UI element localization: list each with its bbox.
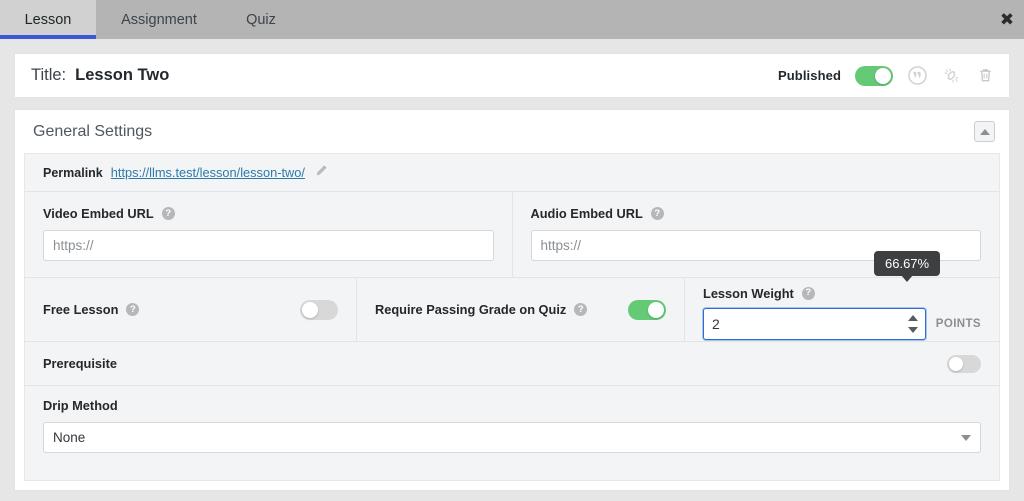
passing-grade-label-wrap: Require Passing Grade on Quiz ? — [375, 302, 588, 317]
published-toggle-knob — [875, 67, 891, 84]
lesson-weight-stepper[interactable] — [907, 314, 920, 333]
lesson-editor-screen: Lesson Assignment Quiz ✖ Title: Lesson T… — [0, 0, 1024, 501]
published-toggle[interactable] — [855, 65, 893, 86]
tab-assignment-label: Assignment — [121, 11, 197, 28]
chevron-down-icon[interactable] — [961, 435, 971, 441]
settings-rows: Permalink https://llms.test/lesson/lesso… — [24, 153, 1000, 481]
passing-grade-toggle-knob — [648, 301, 664, 318]
lesson-weight-label-wrap: Lesson Weight ? — [703, 286, 981, 301]
tab-bar: Lesson Assignment Quiz ✖ — [0, 0, 1024, 39]
permalink-label: Permalink — [43, 165, 103, 180]
tab-quiz[interactable]: Quiz — [222, 0, 300, 39]
stepper-up-icon[interactable] — [908, 314, 919, 321]
options-row: Free Lesson ? Require Passing Grade on Q… — [25, 251, 999, 342]
drip-method-select[interactable]: None — [43, 422, 981, 453]
video-embed-label-wrap: Video Embed URL ? — [43, 206, 494, 221]
free-lesson-toggle[interactable] — [300, 299, 338, 320]
chevron-up-icon — [979, 128, 990, 135]
free-lesson-toggle-knob — [302, 301, 318, 318]
drip-method-value: None — [53, 430, 86, 445]
drip-method-row: Drip Method None — [25, 386, 999, 469]
free-lesson-label-wrap: Free Lesson ? — [43, 302, 140, 317]
panel-header: General Settings — [15, 110, 1009, 153]
prerequisite-label: Prerequisite — [43, 356, 117, 371]
collapse-panel-button[interactable] — [974, 121, 995, 142]
unlink-icon[interactable] — [941, 66, 961, 86]
video-embed-label: Video Embed URL — [43, 206, 154, 221]
lesson-weight-cell: 66.67% Lesson Weight ? 2 POINTS — [684, 251, 999, 341]
title-card: Title: Lesson Two Published — [14, 53, 1010, 98]
free-lesson-cell: Free Lesson ? — [25, 278, 356, 341]
lesson-weight-input[interactable] — [703, 307, 926, 340]
free-lesson-label: Free Lesson — [43, 302, 119, 317]
lesson-title-value[interactable]: Lesson Two — [75, 66, 169, 85]
title-label: Title: — [31, 66, 67, 84]
trash-icon[interactable] — [975, 66, 995, 86]
tab-assignment[interactable]: Assignment — [96, 0, 222, 39]
embed-urls-row: Video Embed URL ? Audio Embed URL ? — [25, 192, 999, 278]
lesson-weight-tooltip: 66.67% — [874, 251, 941, 282]
tab-lesson-label: Lesson — [24, 11, 72, 28]
drip-method-label-wrap: Drip Method — [43, 398, 981, 413]
lesson-weight-control: POINTS — [703, 307, 981, 340]
general-settings-panel: General Settings Permalink https://llms.… — [14, 109, 1010, 491]
drip-method-label: Drip Method — [43, 398, 118, 413]
help-icon[interactable]: ? — [650, 207, 664, 220]
editor-body: Title: Lesson Two Published General Sett… — [0, 39, 1024, 501]
panel-title: General Settings — [33, 122, 153, 140]
drip-method-select-wrap: None — [43, 422, 981, 453]
help-icon[interactable]: ? — [801, 286, 815, 300]
published-label: Published — [777, 68, 841, 83]
close-icon[interactable]: ✖ — [998, 10, 1016, 28]
lesson-weight-unit: POINTS — [935, 317, 981, 330]
prerequisite-toggle-knob — [949, 356, 963, 371]
permalink-row: Permalink https://llms.test/lesson/lesso… — [25, 154, 999, 192]
help-icon[interactable]: ? — [161, 207, 175, 220]
video-embed-input[interactable] — [43, 230, 494, 261]
wordpress-icon[interactable] — [907, 66, 927, 86]
help-icon[interactable]: ? — [574, 303, 588, 316]
stepper-down-icon[interactable] — [908, 326, 919, 333]
pencil-icon[interactable] — [314, 164, 328, 181]
permalink-link[interactable]: https://llms.test/lesson/lesson-two/ — [111, 165, 305, 180]
tab-quiz-label: Quiz — [246, 11, 276, 28]
tab-lesson[interactable]: Lesson — [0, 0, 96, 39]
audio-embed-label: Audio Embed URL — [530, 206, 643, 221]
passing-grade-label: Require Passing Grade on Quiz — [375, 302, 567, 317]
prerequisite-row: Prerequisite — [25, 342, 999, 386]
video-embed-field: Video Embed URL ? — [25, 192, 512, 277]
lesson-weight-input-wrap — [703, 307, 926, 340]
title-actions: Published — [777, 65, 995, 86]
help-icon[interactable]: ? — [126, 303, 140, 316]
passing-grade-toggle[interactable] — [628, 299, 666, 320]
lesson-weight-label: Lesson Weight — [703, 285, 794, 301]
passing-grade-cell: Require Passing Grade on Quiz ? — [356, 278, 684, 341]
prerequisite-toggle[interactable] — [947, 354, 981, 373]
audio-embed-label-wrap: Audio Embed URL ? — [531, 206, 982, 221]
